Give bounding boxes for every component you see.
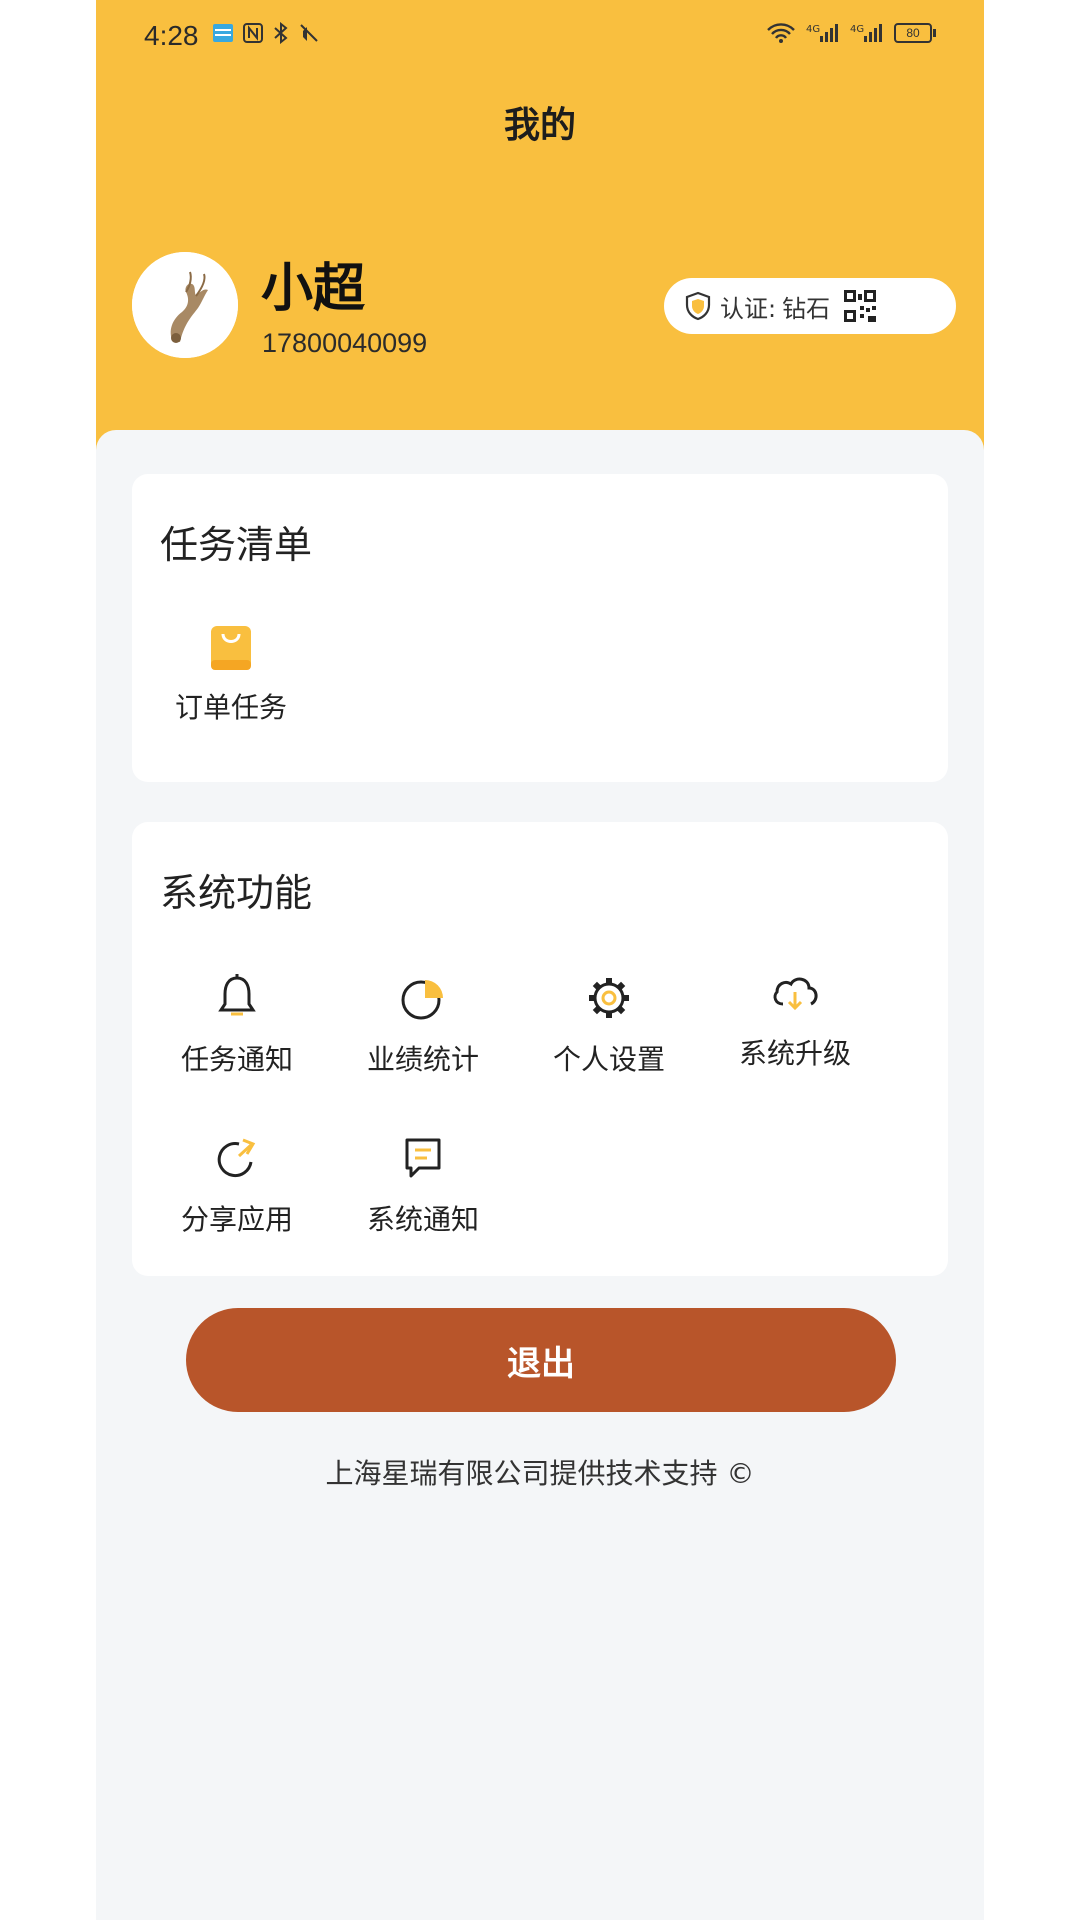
battery-level: 80 [894, 23, 932, 43]
cert-label: 认证: [720, 294, 777, 323]
status-bar: 4:28 4G 4G 80 [96, 0, 984, 76]
nfc-icon [243, 23, 263, 43]
system-functions-title: 系统功能 [160, 871, 313, 915]
cloud-download-icon [773, 977, 818, 1011]
bluetooth-icon [274, 22, 288, 44]
qr-code-icon[interactable] [842, 288, 878, 324]
calendar-icon [213, 24, 233, 42]
share-icon [217, 1138, 256, 1178]
cert-value: 钻石 [782, 294, 831, 323]
system-item-label: 个人设置 [552, 1043, 665, 1076]
task-item-order[interactable]: 订单任务 [146, 620, 316, 726]
pie-chart-icon [401, 980, 443, 1020]
system-item-share[interactable]: 分享应用 [152, 1132, 322, 1238]
task-list-title: 任务清单 [160, 523, 313, 567]
app-screen: 4:28 4G 4G 80 我的 小超 17800040099 认证: 钻石 任… [96, 0, 984, 1920]
svg-text:4G: 4G [806, 24, 820, 35]
system-item-task-notify[interactable]: 任务通知 [152, 972, 322, 1078]
user-phone: 17800040099 [262, 328, 428, 358]
system-item-settings[interactable]: 个人设置 [524, 972, 694, 1078]
system-item-upgrade[interactable]: 系统升级 [710, 966, 880, 1072]
status-time: 4:28 [144, 20, 199, 51]
shield-icon [685, 291, 711, 321]
task-item-label: 订单任务 [174, 691, 287, 724]
shopping-bag-icon [211, 626, 251, 670]
system-item-label: 业绩统计 [366, 1043, 479, 1076]
task-list-card: 任务清单 订单任务 [132, 474, 948, 782]
system-item-performance[interactable]: 业绩统计 [338, 972, 508, 1078]
signal-icon-2: 4G [850, 24, 882, 42]
system-item-label: 分享应用 [180, 1203, 293, 1236]
mute-icon [300, 24, 318, 42]
avatar[interactable] [132, 252, 238, 358]
battery-icon: 80 [894, 23, 936, 43]
logout-button[interactable]: 退出 [186, 1308, 896, 1412]
system-functions-card: 系统功能 任务通知 业绩统计 个人设置 系统升级 分享应用 系统通知 [132, 822, 948, 1276]
signal-icon: 4G [806, 24, 838, 42]
profile-header: 4:28 4G 4G 80 我的 小超 17800040099 认证: 钻石 [96, 0, 984, 450]
wifi-icon [767, 23, 795, 43]
message-icon [405, 1138, 441, 1178]
footer-credit: 上海星瑞有限公司提供技术支持 © [325, 1457, 755, 1490]
system-item-label: 系统通知 [366, 1203, 479, 1236]
system-item-label: 任务通知 [180, 1043, 293, 1076]
certification-badge[interactable]: 认证: 钻石 [664, 278, 956, 334]
page-title: 我的 [503, 105, 576, 146]
system-item-system-notify[interactable]: 系统通知 [338, 1132, 508, 1238]
bell-icon [218, 974, 256, 1016]
system-item-label: 系统升级 [738, 1037, 851, 1070]
svg-text:4G: 4G [850, 24, 864, 35]
avatar-image [132, 252, 238, 358]
user-name: 小超 [261, 259, 366, 319]
gear-icon [589, 978, 629, 1018]
